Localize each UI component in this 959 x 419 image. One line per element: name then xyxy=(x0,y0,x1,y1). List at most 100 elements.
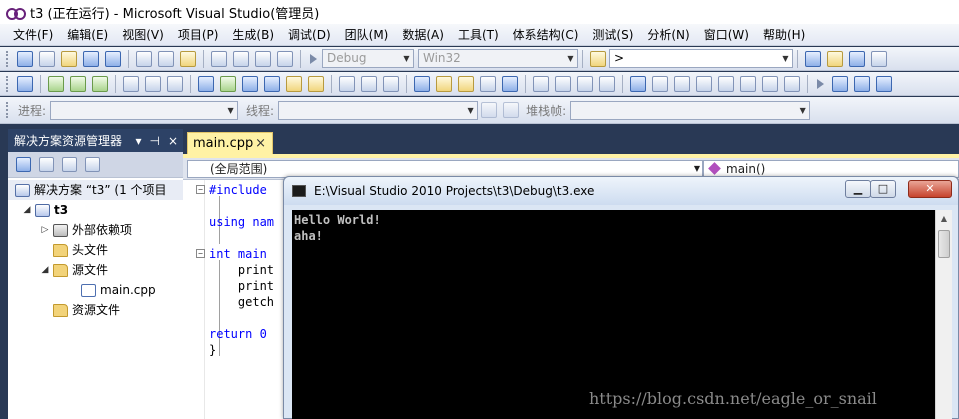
comment-bubble-icon[interactable] xyxy=(784,75,800,92)
show-threads-icon[interactable] xyxy=(145,75,161,92)
console-output-area[interactable]: Hello World! aha! ▲ xyxy=(292,210,952,419)
console-title-bar[interactable]: E:\Visual Studio 2010 Projects\t3\Debug\… xyxy=(284,177,958,205)
thread-select[interactable]: ▼ xyxy=(278,100,479,120)
previous-bookmark-icon[interactable] xyxy=(242,75,258,92)
pointer-icon[interactable] xyxy=(458,75,474,92)
pin-icon[interactable]: ⊣ xyxy=(149,134,159,148)
scrollbar-thumb[interactable] xyxy=(938,230,950,258)
flag-thread-icon[interactable] xyxy=(481,102,498,118)
toolbar-grip[interactable] xyxy=(6,102,10,118)
save-icon[interactable] xyxy=(83,50,99,67)
align-left-icon[interactable] xyxy=(533,75,549,92)
close-icon[interactable]: × xyxy=(255,133,266,154)
tree-item-source-files[interactable]: ◢ 源文件 xyxy=(8,260,183,280)
collapse-icon[interactable]: − xyxy=(196,185,205,194)
process-select[interactable]: ▼ xyxy=(50,100,239,120)
continue-icon[interactable] xyxy=(817,78,824,89)
indent-icon[interactable] xyxy=(361,75,377,92)
open-file-icon[interactable] xyxy=(61,50,77,67)
tab-main-cpp[interactable]: main.cpp × xyxy=(187,132,273,155)
show-all-files-icon[interactable] xyxy=(16,157,31,172)
parameter-info-icon[interactable] xyxy=(436,75,452,92)
solution-platform-select[interactable]: Win32 ▼ xyxy=(418,49,578,68)
tree-item-solution[interactable]: 解决方案 “t3” (1 个项目 xyxy=(8,180,183,200)
collapse-icon[interactable]: − xyxy=(196,249,205,258)
collapse-triangle-icon[interactable]: ◢ xyxy=(40,260,50,280)
display-object-member-list-icon[interactable] xyxy=(17,75,33,92)
menu-architecture[interactable]: 体系结构(C) xyxy=(506,25,586,45)
console-scrollbar[interactable]: ▲ xyxy=(935,210,952,419)
menu-test[interactable]: 测试(S) xyxy=(585,25,640,45)
toolbar-grip[interactable] xyxy=(6,75,10,92)
object-browser-icon[interactable] xyxy=(849,50,865,67)
toolbox-icon[interactable] xyxy=(871,50,887,67)
outdent-icon[interactable] xyxy=(339,75,355,92)
undo-icon[interactable] xyxy=(211,50,227,67)
comment-bubble-icon[interactable] xyxy=(652,75,668,92)
paste-icon[interactable] xyxy=(180,50,196,67)
comment-bubble-icon[interactable] xyxy=(740,75,756,92)
start-debugging-icon[interactable] xyxy=(310,53,317,64)
dropdown-icon[interactable]: ▾ xyxy=(135,134,141,148)
menu-data[interactable]: 数据(A) xyxy=(395,25,451,45)
cut-icon[interactable] xyxy=(136,50,152,67)
tree-item-header-files[interactable]: 头文件 xyxy=(8,240,183,260)
properties-icon[interactable] xyxy=(827,50,843,67)
comment-icon[interactable] xyxy=(286,75,302,92)
break-all-icon[interactable] xyxy=(832,75,848,92)
tree-item-project[interactable]: ◢ t3 xyxy=(8,200,183,220)
class-view-icon[interactable] xyxy=(85,157,100,172)
bookmark-icon[interactable] xyxy=(198,75,214,92)
quick-info-icon[interactable] xyxy=(414,75,430,92)
restart-icon[interactable] xyxy=(876,75,892,92)
comment-bubble-icon[interactable] xyxy=(674,75,690,92)
breakpoints-icon[interactable] xyxy=(167,75,183,92)
menu-debug[interactable]: 调试(D) xyxy=(281,25,338,45)
navigate-backward-icon[interactable] xyxy=(255,50,271,67)
filter-icon[interactable] xyxy=(503,102,520,118)
expand-triangle-icon[interactable]: ▷ xyxy=(40,220,50,240)
menu-view[interactable]: 视图(V) xyxy=(115,25,171,45)
menu-analyze[interactable]: 分析(N) xyxy=(640,25,696,45)
comment-bubble-icon[interactable] xyxy=(718,75,734,92)
window-icon[interactable] xyxy=(630,75,646,92)
step-into-icon[interactable] xyxy=(48,75,64,92)
menu-window[interactable]: 窗口(W) xyxy=(697,25,756,45)
stop-debugging-icon[interactable] xyxy=(854,75,870,92)
save-all-icon[interactable] xyxy=(105,50,121,67)
scroll-up-icon[interactable]: ▲ xyxy=(936,210,952,227)
tree-item-resource-files[interactable]: 资源文件 xyxy=(8,300,183,320)
complete-word-icon[interactable] xyxy=(480,75,496,92)
collapse-triangle-icon[interactable]: ◢ xyxy=(22,200,32,220)
add-item-icon[interactable] xyxy=(39,50,55,67)
format-icon[interactable] xyxy=(502,75,518,92)
menu-project[interactable]: 项目(P) xyxy=(171,25,226,45)
copy-icon[interactable] xyxy=(158,50,174,67)
redo-icon[interactable] xyxy=(233,50,249,67)
comment-bubble-icon[interactable] xyxy=(762,75,778,92)
step-over-icon[interactable] xyxy=(70,75,86,92)
navigate-forward-icon[interactable] xyxy=(277,50,293,67)
menu-tools[interactable]: 工具(T) xyxy=(451,25,506,45)
uncomment-icon[interactable] xyxy=(308,75,324,92)
maximize-button[interactable]: □ xyxy=(870,180,896,198)
properties-icon[interactable] xyxy=(62,157,77,172)
new-project-icon[interactable] xyxy=(17,50,33,67)
hex-display-icon[interactable] xyxy=(123,75,139,92)
find-in-files-icon[interactable] xyxy=(590,50,606,67)
tree-item-external-dependencies[interactable]: ▷ 外部依赖项 xyxy=(8,220,183,240)
align-right-icon[interactable] xyxy=(555,75,571,92)
list-members-icon[interactable] xyxy=(577,75,593,92)
menu-file[interactable]: 文件(F) xyxy=(6,25,60,45)
next-bookmark-icon[interactable] xyxy=(220,75,236,92)
menu-help[interactable]: 帮助(H) xyxy=(756,25,812,45)
tree-item-main-cpp[interactable]: main.cpp xyxy=(8,280,183,300)
menu-team[interactable]: 团队(M) xyxy=(338,25,396,45)
toolbar-grip[interactable] xyxy=(6,50,10,67)
clear-bookmarks-icon[interactable] xyxy=(264,75,280,92)
stack-frame-select[interactable]: ▼ xyxy=(570,100,811,120)
list-numbered-icon[interactable] xyxy=(599,75,615,92)
console-window[interactable]: E:\Visual Studio 2010 Projects\t3\Debug\… xyxy=(283,176,959,419)
word-wrap-icon[interactable] xyxy=(383,75,399,92)
minimize-button[interactable]: ▁ xyxy=(845,180,871,198)
